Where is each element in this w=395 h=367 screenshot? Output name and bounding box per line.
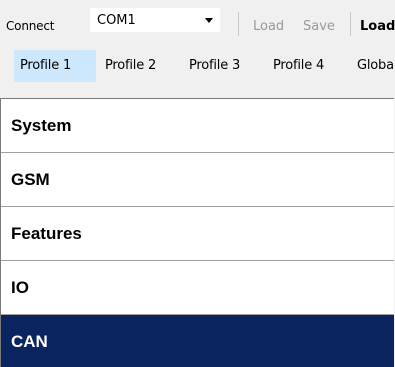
list-item-system[interactable]: System [1, 99, 394, 153]
save-button[interactable]: Save [303, 19, 335, 34]
profile-tabs: Profile 1 Profile 2 Profile 3 Profile 4 … [0, 44, 395, 88]
list-item-io[interactable]: IO [1, 261, 394, 315]
load-from-device-button[interactable]: Load [360, 19, 395, 34]
list-item-features[interactable]: Features [1, 207, 394, 261]
tab-profile-1[interactable]: Profile 1 [14, 50, 96, 82]
toolbar-divider [238, 12, 239, 36]
chevron-down-icon[interactable] [202, 13, 216, 27]
list-item-can[interactable]: CAN [1, 315, 394, 367]
port-select-value: COM1 [97, 13, 136, 28]
toolbar-divider [350, 12, 351, 36]
tab-profile-2[interactable]: Profile 2 [99, 50, 162, 82]
toolbar: Connect COM1 Load Save Load [0, 0, 395, 44]
load-button[interactable]: Load [253, 19, 284, 34]
list-item-gsm[interactable]: GSM [1, 153, 394, 207]
section-list: System GSM Features IO CAN [0, 98, 394, 367]
connect-label: Connect [6, 19, 55, 33]
tab-global[interactable]: Globa [351, 50, 395, 82]
tab-profile-3[interactable]: Profile 3 [183, 50, 246, 82]
tab-profile-4[interactable]: Profile 4 [267, 50, 330, 82]
port-select[interactable]: COM1 [90, 8, 220, 32]
